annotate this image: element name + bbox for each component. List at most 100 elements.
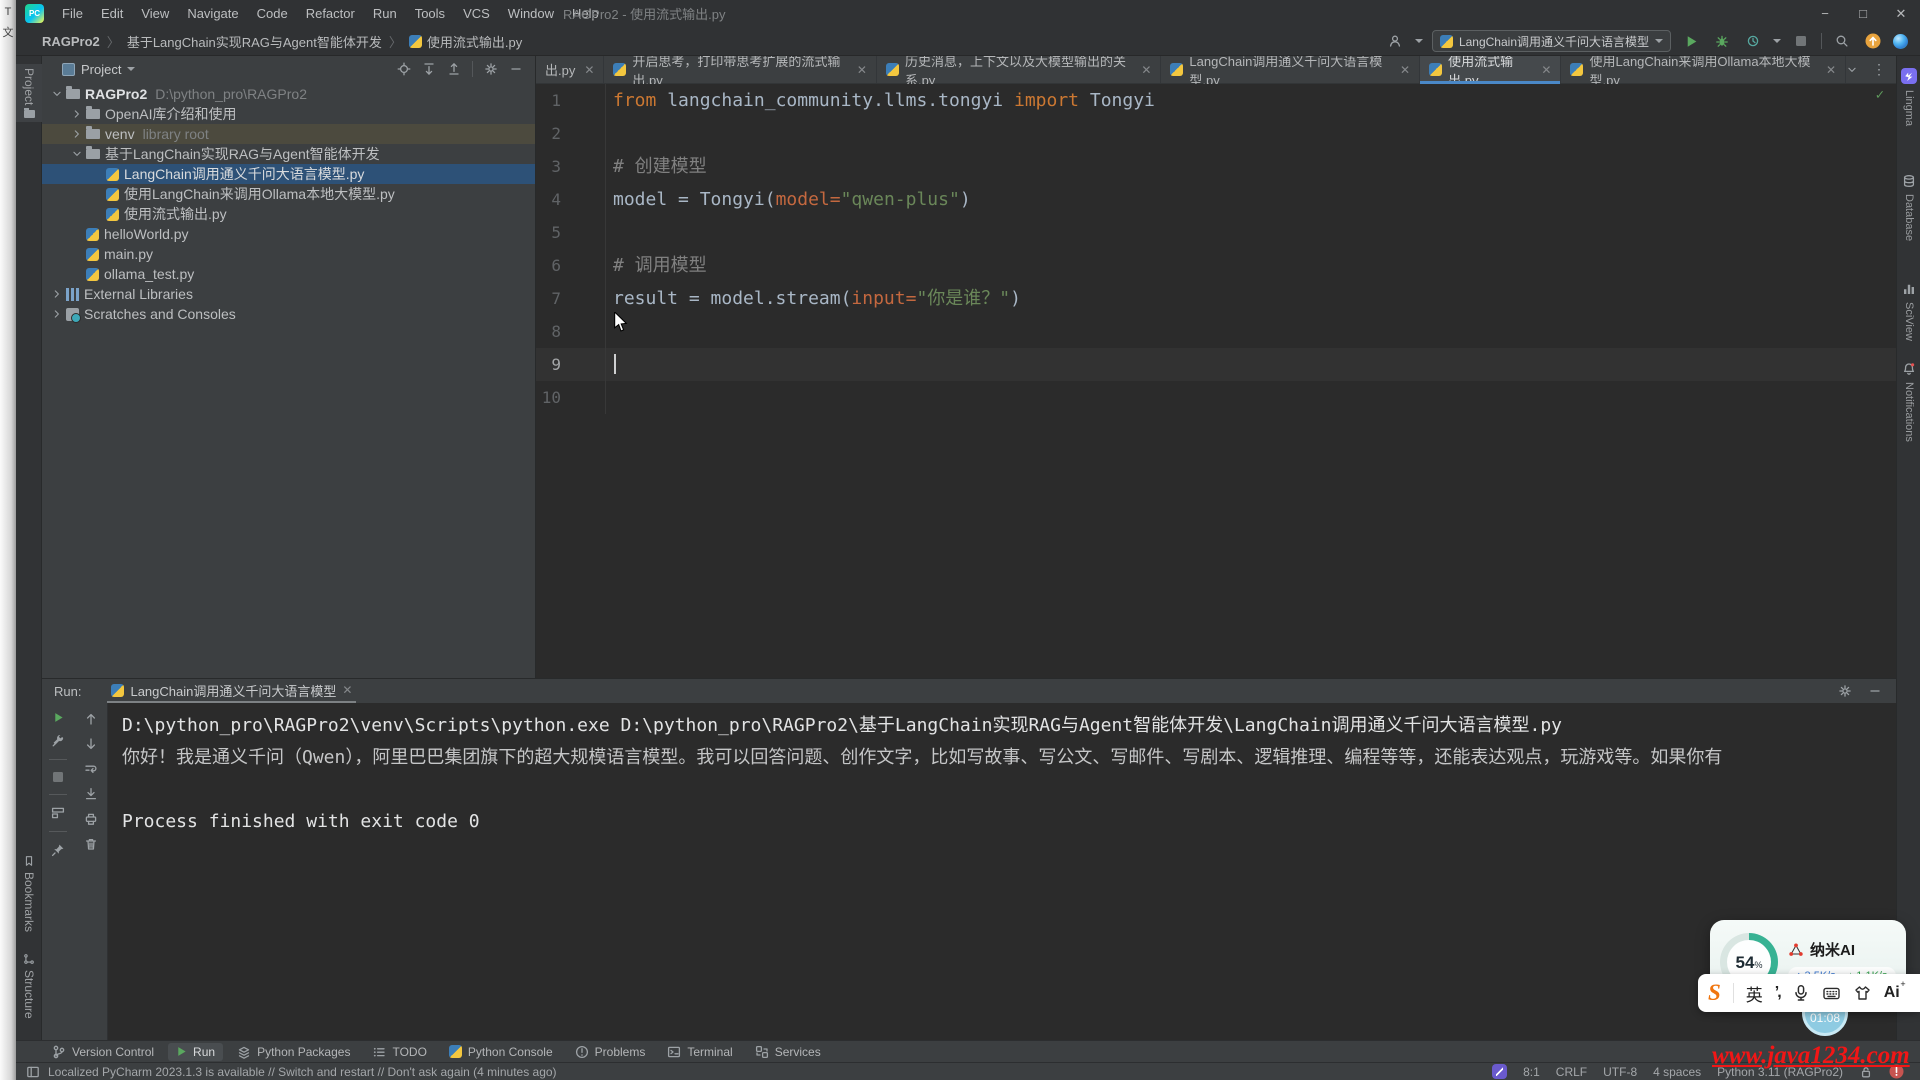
chevron-down-icon[interactable]	[68, 148, 86, 160]
search-everywhere-icon[interactable]	[1831, 30, 1853, 52]
tree-item[interactable]: venv library root	[42, 124, 535, 144]
skin-theme-icon[interactable]	[1853, 984, 1872, 1003]
pin-tab-icon[interactable]	[51, 843, 65, 857]
chevron-down-icon[interactable]	[1773, 39, 1781, 43]
breadcrumb-item[interactable]: 使用流式输出.py	[408, 32, 522, 51]
editor-tab[interactable]: 使用流式输出.py ✕	[1420, 54, 1562, 88]
editor-line[interactable]: 3 # 创建模型	[536, 150, 1896, 183]
maximize-button-icon[interactable]: □	[1844, 0, 1882, 27]
menu-item-navigate[interactable]: Navigate	[178, 2, 247, 25]
sidebar-item-lingma[interactable]: Lingma	[1897, 68, 1920, 126]
print-icon[interactable]	[84, 812, 98, 826]
tree-item[interactable]: main.py	[42, 244, 535, 264]
hide-panel-icon[interactable]	[509, 62, 523, 76]
ime-ai-button[interactable]: Ai	[1884, 979, 1906, 1002]
close-icon[interactable]: ✕	[342, 683, 352, 697]
close-icon[interactable]: ✕	[1141, 63, 1151, 77]
toolwindow-button-python-console[interactable]: Python Console	[441, 1043, 561, 1061]
hide-panel-icon[interactable]	[1868, 684, 1882, 698]
tree-item[interactable]: Scratches and Consoles	[42, 304, 535, 324]
soft-wrap-icon[interactable]	[84, 762, 98, 776]
close-button-icon[interactable]: ✕	[1882, 0, 1920, 27]
editor-line[interactable]: 7 result = model.stream(input="你是谁？")	[536, 282, 1896, 315]
tree-item[interactable]: helloWorld.py	[42, 224, 535, 244]
editor-tab[interactable]: 开启思考，打印带思考扩展的流式输出.py ✕	[604, 54, 877, 88]
sidebar-item-database[interactable]: Database	[1897, 174, 1920, 241]
stop-icon[interactable]	[52, 771, 64, 783]
close-icon[interactable]: ✕	[857, 63, 867, 77]
chevron-right-icon[interactable]	[48, 308, 66, 320]
tree-item[interactable]: OpenAI库介绍和使用	[42, 104, 535, 124]
menu-item-run[interactable]: Run	[364, 2, 406, 25]
sidebar-item-sciview[interactable]: SciView	[1897, 282, 1920, 341]
ide-sphere-icon[interactable]	[1893, 33, 1908, 49]
tree-item[interactable]: RAGPro2 D:\python_pro\RAGPro2	[42, 84, 535, 104]
breadcrumb-item[interactable]: 基于LangChain实现RAG与Agent智能体开发	[127, 32, 382, 51]
editor-line[interactable]: 1 from langchain_community.llms.tongyi im…	[536, 84, 1896, 117]
indent-style[interactable]: 4 spaces	[1653, 1065, 1701, 1079]
menu-item-tools[interactable]: Tools	[406, 2, 454, 25]
profiler-button[interactable]	[1742, 30, 1764, 52]
file-encoding[interactable]: UTF-8	[1603, 1065, 1637, 1079]
virtual-keyboard-icon[interactable]	[1822, 984, 1841, 1003]
more-options-icon[interactable]: ⋮	[1872, 61, 1886, 78]
editor-line[interactable]: 8	[536, 315, 1896, 348]
toolwindow-button-terminal[interactable]: Terminal	[659, 1043, 740, 1061]
tree-item[interactable]: 使用LangChain来调用Ollama本地大模型.py	[42, 184, 535, 204]
toolwindow-button-services[interactable]: Services	[747, 1043, 829, 1061]
toolwindow-button-version-control[interactable]: Version Control	[44, 1043, 162, 1061]
language-mode-toggle[interactable]: 英	[1746, 981, 1763, 1006]
clear-all-icon[interactable]	[84, 837, 98, 851]
menu-item-code[interactable]: Code	[248, 2, 297, 25]
run-tab[interactable]: LangChain调用通义千问大语言模型 ✕	[107, 679, 357, 703]
tree-item[interactable]: LangChain调用通义千问大语言模型.py	[42, 164, 535, 184]
scroll-to-end-icon[interactable]	[84, 787, 98, 801]
collapse-all-icon[interactable]	[447, 62, 461, 76]
punctuation-mode-icon[interactable]: ’,	[1775, 984, 1782, 1002]
debug-button[interactable]	[1711, 30, 1733, 52]
code-editor[interactable]: 1 from langchain_community.llms.tongyi im…	[536, 84, 1896, 678]
rerun-icon[interactable]	[53, 712, 64, 723]
stop-button[interactable]	[1790, 30, 1812, 52]
edit-configuration-icon[interactable]	[51, 734, 65, 748]
console-line[interactable]: 你好！我是通义千问（Qwen），阿里巴巴集团旗下的超大规模语言模型。我可以回答问…	[122, 742, 1896, 774]
editor-tab[interactable]: 出.py ✕	[536, 56, 605, 83]
editor-tab[interactable]: 使用LangChain来调用Ollama本地大模型.py ✕	[1561, 54, 1847, 88]
next-occurrence-icon[interactable]	[84, 737, 98, 751]
menu-item-file[interactable]: File	[53, 2, 92, 25]
chevron-right-icon[interactable]	[68, 128, 86, 140]
settings-gear-icon[interactable]	[1838, 684, 1852, 698]
run-configuration-select[interactable]: LangChain调用通义千问大语言模型	[1431, 30, 1671, 52]
close-icon[interactable]: ✕	[1826, 63, 1836, 77]
close-icon[interactable]: ✕	[1400, 63, 1410, 77]
restore-layout-icon[interactable]	[51, 806, 65, 820]
console-line[interactable]: D:\python_pro\RAGPro2\venv\Scripts\pytho…	[122, 710, 1896, 742]
sidebar-item-notifications[interactable]: Notifications	[1897, 362, 1920, 442]
chevron-right-icon[interactable]	[48, 288, 66, 300]
menu-item-window[interactable]: Window	[499, 2, 563, 25]
lingma-status-icon[interactable]	[1492, 1064, 1508, 1079]
editor-line[interactable]: 2	[536, 117, 1896, 150]
toolwindow-button-run[interactable]: Run	[168, 1042, 224, 1061]
line-separator[interactable]: CRLF	[1556, 1065, 1587, 1079]
window-icon[interactable]	[26, 1065, 40, 1079]
caret-position[interactable]: 8:1	[1523, 1065, 1540, 1079]
menu-item-edit[interactable]: Edit	[92, 2, 132, 25]
sidebar-item-bookmarks[interactable]: Bookmarks	[16, 851, 42, 936]
console-line[interactable]	[122, 774, 1896, 806]
toolwindow-button-python-packages[interactable]: Python Packages	[229, 1043, 358, 1061]
inspection-ok-icon[interactable]: ✓	[1876, 87, 1884, 103]
status-message[interactable]: Localized PyCharm 2023.1.3 is available …	[48, 1065, 557, 1079]
tree-item[interactable]: ollama_test.py	[42, 264, 535, 284]
close-icon[interactable]: ✕	[584, 63, 594, 77]
tree-item[interactable]: 使用流式输出.py	[42, 204, 535, 224]
editor-line[interactable]: 5	[536, 216, 1896, 249]
prev-occurrence-icon[interactable]	[84, 712, 98, 726]
chevron-down-icon[interactable]	[48, 88, 66, 100]
close-icon[interactable]: ✕	[1541, 63, 1551, 77]
editor-line[interactable]: 4 model = Tongyi(model="qwen-plus")	[536, 183, 1896, 216]
tree-item[interactable]: External Libraries	[42, 284, 535, 304]
chevron-down-icon[interactable]	[1846, 64, 1858, 76]
sidebar-item-structure[interactable]: Structure	[16, 949, 42, 1023]
editor-tab[interactable]: 历史消息，上下文以及大模型输出的关系.py ✕	[877, 54, 1162, 88]
